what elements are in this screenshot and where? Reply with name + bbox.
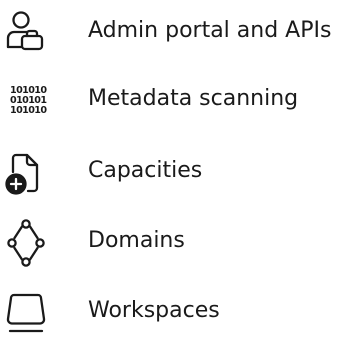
feature-menu: Admin portal and APIs 101010 010101 1010… — [0, 0, 352, 347]
menu-item-workspaces[interactable]: Workspaces — [0, 283, 352, 343]
menu-item-label: Admin portal and APIs — [88, 18, 332, 43]
admin-user-icon — [4, 9, 48, 57]
menu-item-domains[interactable]: Domains — [0, 213, 352, 273]
menu-item-admin-portal[interactable]: Admin portal and APIs — [0, 3, 352, 63]
document-add-icon — [4, 149, 48, 197]
menu-item-label: Capacities — [88, 158, 203, 183]
menu-item-label: Domains — [88, 228, 185, 253]
menu-item-capacities[interactable]: Capacities — [0, 143, 352, 203]
menu-item-metadata-scanning[interactable]: 101010 010101 101010 Metadata scanning — [0, 71, 352, 131]
menu-item-label: Workspaces — [88, 298, 220, 323]
binary-row: 101010 — [10, 105, 47, 116]
workspace-icon — [4, 289, 48, 337]
domain-nodes-icon — [4, 219, 48, 267]
binary-data-icon: 101010 010101 101010 — [4, 77, 48, 125]
menu-item-label: Metadata scanning — [88, 86, 299, 111]
